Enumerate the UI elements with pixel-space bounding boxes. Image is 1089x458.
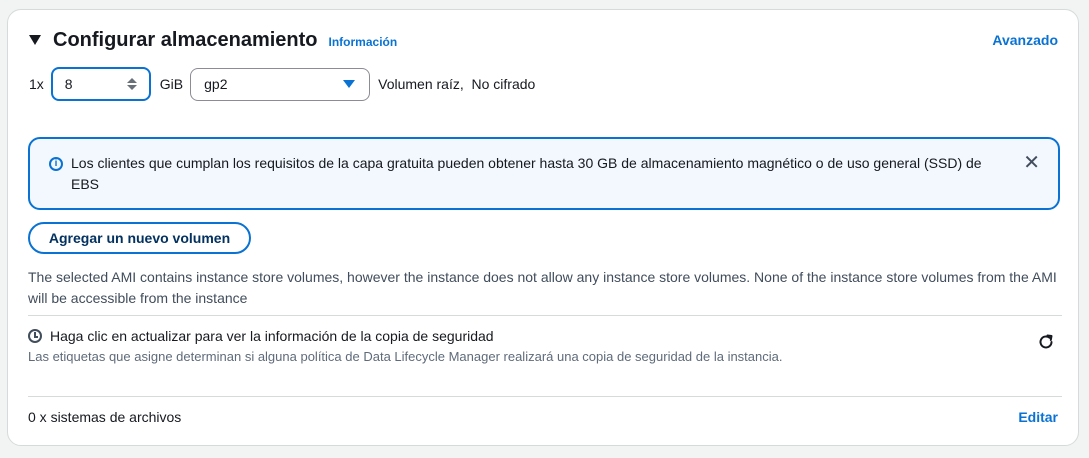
size-unit-label: GiB	[159, 76, 184, 92]
volume-quantity-label: 1x	[29, 76, 44, 92]
ami-note: The selected AMI contains instance store…	[28, 269, 1057, 306]
divider	[28, 396, 1062, 397]
volume-size-value[interactable]: 8	[65, 76, 73, 92]
caret-down-icon[interactable]	[29, 35, 41, 45]
edit-file-systems-link[interactable]: Editar	[1018, 409, 1058, 425]
file-systems-label: 0 x sistemas de archivos	[28, 409, 182, 425]
volume-type-value: gp2	[204, 76, 228, 92]
clock-icon	[28, 329, 42, 343]
info-icon: i	[49, 157, 63, 171]
info-link[interactable]: Información	[329, 35, 398, 49]
volume-type-select[interactable]: gp2	[190, 67, 371, 101]
spinner-icon[interactable]	[126, 78, 137, 90]
chevron-down-icon	[343, 80, 356, 88]
refresh-icon[interactable]	[1037, 333, 1055, 351]
backup-info: Haga clic en actualizar para ver la info…	[28, 328, 1028, 367]
volume-size-stepper[interactable]: 8	[50, 67, 151, 101]
advanced-link[interactable]: Avanzado	[992, 32, 1058, 48]
section-title: Configurar almacenamiento	[53, 28, 318, 51]
free-tier-alert: i Los clientes que cumplan los requisito…	[28, 137, 1060, 210]
backup-title: Haga clic en actualizar para ver la info…	[50, 328, 494, 344]
add-volume-button[interactable]: Agregar un nuevo volumen	[28, 222, 251, 254]
alert-text: Los clientes que cumplan los requisitos …	[71, 155, 982, 192]
divider	[28, 315, 1062, 316]
storage-panel: Configurar almacenamiento Información Av…	[7, 9, 1079, 446]
section-header[interactable]: Configurar almacenamiento Información	[29, 28, 397, 52]
volume-row: 1x 8 GiB gp2 Volumen raíz, No cifrado	[29, 67, 535, 101]
volume-description: Volumen raíz, No cifrado	[378, 76, 536, 92]
close-icon[interactable]: ✕	[1023, 153, 1040, 173]
backup-description: Las etiquetas que asigne determinan si a…	[28, 349, 783, 364]
